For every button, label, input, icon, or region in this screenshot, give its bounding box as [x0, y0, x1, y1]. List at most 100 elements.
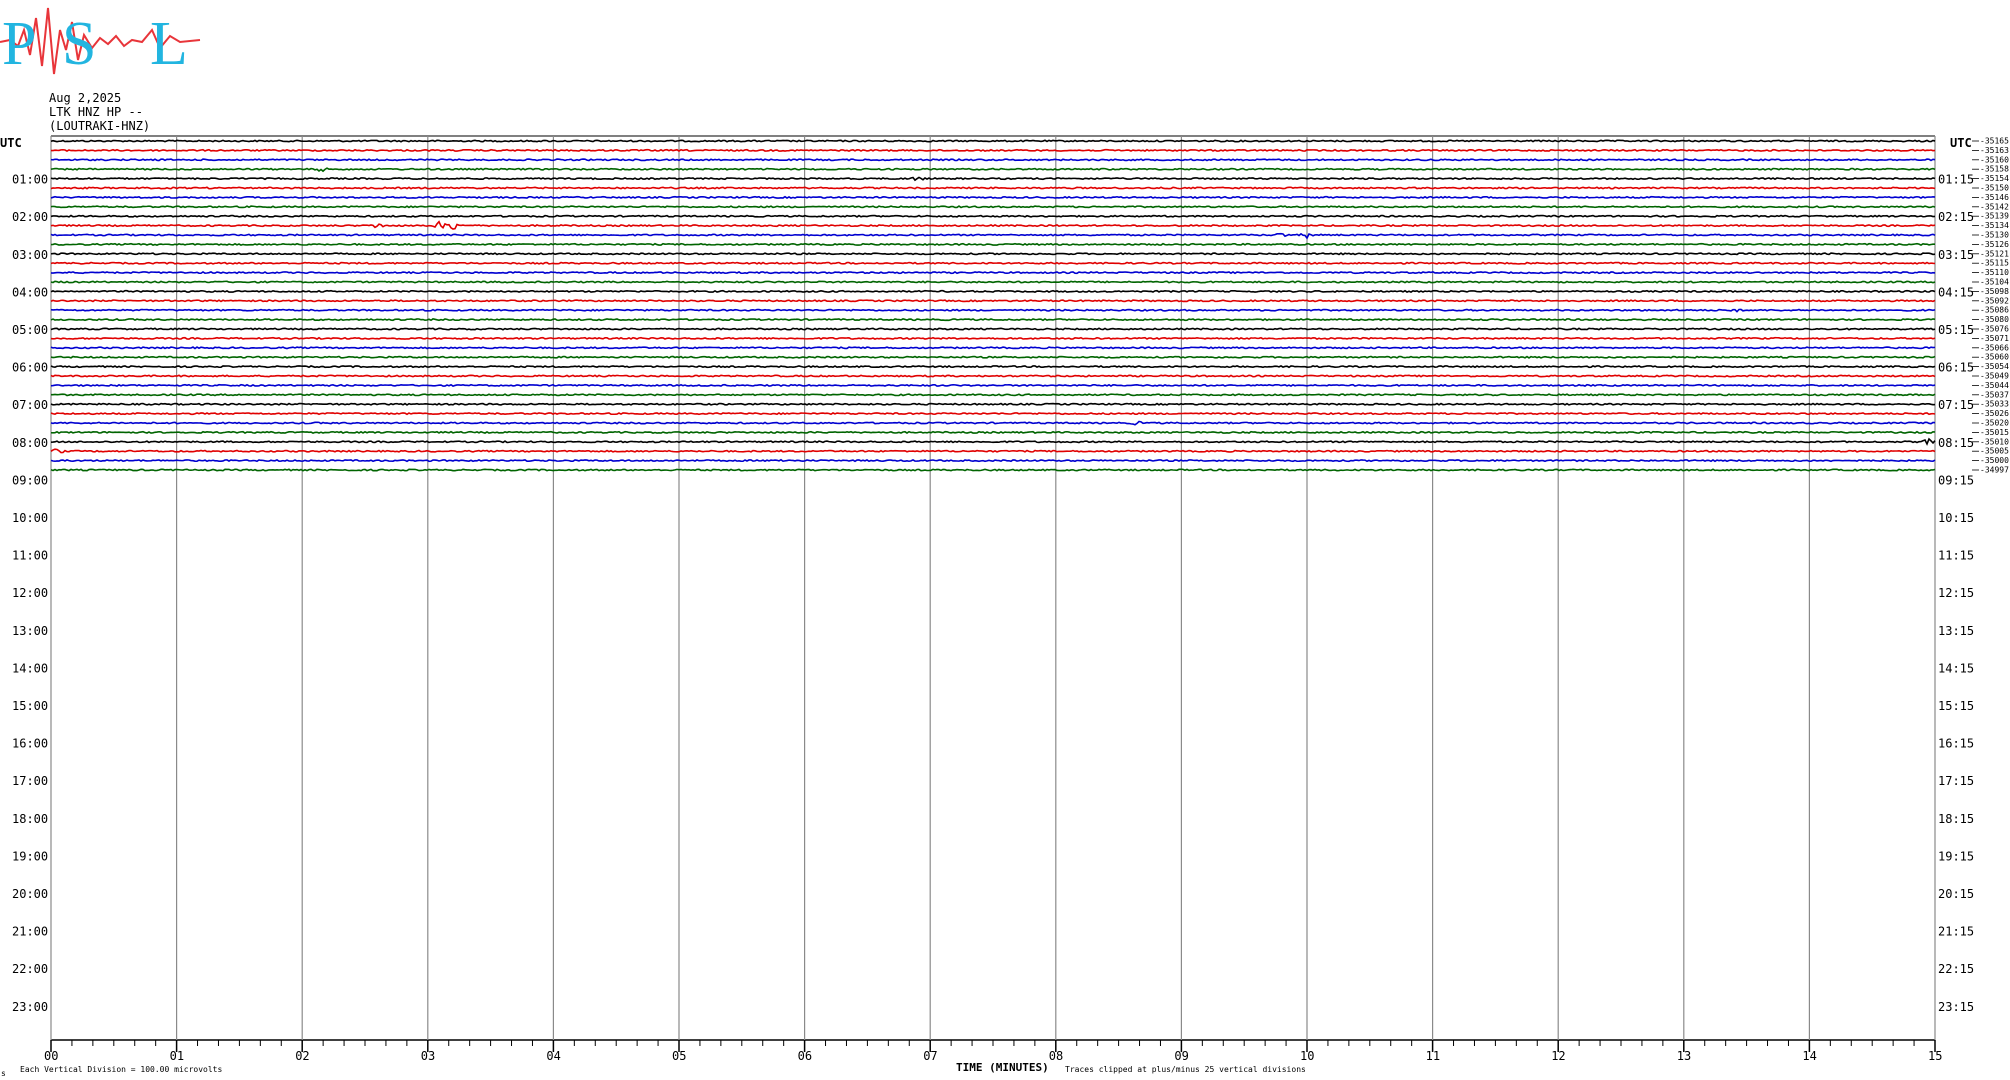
x-tick-label: 09: [1174, 1049, 1188, 1063]
trace-count-label: -35115: [1980, 259, 2009, 268]
right-hour-label: 23:15: [1938, 1000, 1974, 1014]
x-tick-label: 14: [1802, 1049, 1816, 1063]
trace-line: [50, 458, 1936, 463]
right-hour-label: 06:15: [1938, 361, 1974, 375]
x-tick-label: 13: [1677, 1049, 1691, 1063]
left-hour-label: 22:00: [12, 962, 48, 976]
right-hour-label: 21:15: [1938, 925, 1974, 939]
trace-count-label: -35130: [1980, 231, 2009, 240]
trace-line: [50, 195, 1936, 200]
left-hour-label: 16:00: [12, 737, 48, 751]
trace-line: [50, 448, 1936, 454]
trace-count-label: -35060: [1980, 353, 2009, 362]
left-hour-label: 07:00: [12, 398, 48, 412]
trace-count-label: -34997: [1980, 466, 2009, 475]
trace-line: [50, 468, 1936, 472]
trace-count-label: -35154: [1980, 174, 2009, 183]
trace-count-label: -35104: [1980, 278, 2009, 287]
right-hour-label: 18:15: [1938, 812, 1974, 826]
left-hour-label: 06:00: [12, 361, 48, 375]
x-tick-label: 01: [170, 1049, 184, 1063]
left-hour-label: 03:00: [12, 248, 48, 262]
trace-count-label: -35150: [1980, 184, 2009, 193]
trace-line: [50, 270, 1936, 275]
x-tick-label: 03: [421, 1049, 435, 1063]
trace-line: [50, 158, 1936, 162]
trace-line: [50, 139, 1936, 143]
trace-count-label: -35054: [1980, 362, 2009, 371]
trace-count-label: -35146: [1980, 193, 2009, 202]
trace-count-label: -35071: [1980, 334, 2009, 343]
trace-count-label: -35049: [1980, 372, 2009, 381]
x-tick-label: 04: [546, 1049, 560, 1063]
trace-line: [50, 214, 1936, 218]
trace-count-label: -35092: [1980, 296, 2009, 305]
trace-line: [50, 176, 1936, 182]
right-hour-label: 08:15: [1938, 436, 1974, 450]
x-axis-title: TIME (MINUTES): [956, 1061, 1049, 1074]
left-hour-label: 12:00: [12, 586, 48, 600]
trace-line: [50, 299, 1936, 303]
clip-note: Traces clipped at plus/minus 25 vertical…: [1065, 1065, 1306, 1074]
left-hour-label: 23:00: [12, 1000, 48, 1014]
trace-line: [50, 261, 1936, 265]
x-tick-label: 12: [1551, 1049, 1565, 1063]
trace-count-label: -35098: [1980, 287, 2009, 296]
right-hour-label: 10:15: [1938, 511, 1974, 525]
trace-count-label: -35026: [1980, 409, 2009, 418]
trace-line: [50, 437, 1936, 446]
right-hour-label: 09:15: [1938, 473, 1974, 487]
trace-line: [50, 186, 1936, 190]
right-hour-label: 01:15: [1938, 173, 1974, 187]
right-hour-label: 07:15: [1938, 398, 1974, 412]
trace-line: [50, 148, 1936, 153]
x-tick-label: 15: [1928, 1049, 1942, 1063]
trace-count-label: -35163: [1980, 146, 2009, 155]
trace-line: [50, 205, 1936, 209]
helicorder-plot: 00 01 02 03 04 05 06 07 08 09 10 11 12 13 14 15 01:00 02:…: [0, 135, 2009, 1078]
utc-right-label: UTC: [1950, 136, 1972, 150]
x-tick-label: 02: [295, 1049, 309, 1063]
trace-count-label: -35142: [1980, 202, 2009, 211]
trace-line: [50, 317, 1936, 322]
right-hour-label: 13:15: [1938, 624, 1974, 638]
right-hour-label: 16:15: [1938, 737, 1974, 751]
x-tick-label: 05: [672, 1049, 686, 1063]
left-hour-label: 04:00: [12, 285, 48, 299]
left-hour-label: 09:00: [12, 473, 48, 487]
trace-line: [50, 402, 1936, 406]
seismic-traces: [50, 139, 1936, 472]
x-tick-label: 07: [923, 1049, 937, 1063]
left-hour-label: 17:00: [12, 774, 48, 788]
left-hour-label: 10:00: [12, 511, 48, 525]
left-hour-label: 19:00: [12, 849, 48, 863]
trace-line: [50, 289, 1936, 294]
trace-count-label: -35015: [1980, 428, 2009, 437]
x-tick-label: 08: [1049, 1049, 1063, 1063]
right-hour-label: 03:15: [1938, 248, 1974, 262]
right-hour-label: 12:15: [1938, 586, 1974, 600]
right-hour-label: 19:15: [1938, 849, 1974, 863]
trace-line: [50, 242, 1936, 247]
trace-line: [50, 280, 1936, 284]
trace-count-label: -35126: [1980, 240, 2009, 249]
trace-line: [50, 308, 1936, 313]
trace-count-label: -35033: [1980, 400, 2009, 409]
vertical-division-note: Each Vertical Division = 100.00 microvol…: [20, 1065, 222, 1074]
trace-count-label: -35110: [1980, 268, 2009, 277]
trace-line: [50, 430, 1936, 435]
trace-line: [50, 220, 1936, 230]
left-hour-label: 20:00: [12, 887, 48, 901]
right-hour-label: 17:15: [1938, 774, 1974, 788]
trace-count-label: -35066: [1980, 343, 2009, 352]
trace-line: [50, 355, 1936, 359]
trace-line: [50, 346, 1936, 350]
left-hour-label: 05:00: [12, 323, 48, 337]
left-hour-label: 13:00: [12, 624, 48, 638]
left-hour-label: 08:00: [12, 436, 48, 450]
trace-line: [50, 420, 1936, 426]
trace-count-label: -35158: [1980, 165, 2009, 174]
trace-count-label: -35037: [1980, 390, 2009, 399]
trace-line: [50, 411, 1936, 416]
x-tick-label: 10: [1300, 1049, 1314, 1063]
